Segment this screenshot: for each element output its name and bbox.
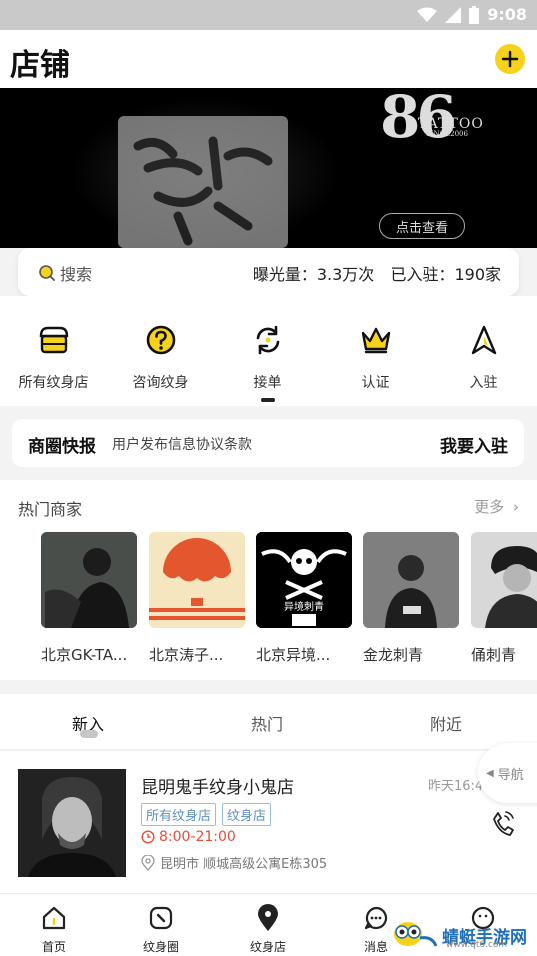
category-label: 所有纹身店	[18, 375, 89, 391]
shop-list-item[interactable]: 昆明鬼手纹身小鬼店 昨天16:47入驻 所有纹身店 纹身店 8:00-21:00…	[0, 751, 537, 893]
section-title: 热门商家	[18, 500, 83, 519]
active-indicator	[260, 398, 275, 402]
chat-icon	[364, 906, 388, 930]
news-text[interactable]: 用户发布信息协议条款	[112, 434, 252, 454]
feed-tabs: 新入 热门 附近	[0, 694, 537, 750]
app-header: 店铺	[0, 30, 537, 88]
merchant-card[interactable]: 金龙刺青	[363, 532, 459, 665]
exposure-count: 曝光量：3.3万次	[252, 265, 375, 284]
compass-icon	[149, 906, 173, 930]
shop-name: 昆明鬼手纹身小鬼店	[141, 778, 294, 798]
location-pin-icon	[258, 904, 278, 931]
chevron-left-icon: ◀	[486, 767, 494, 779]
merchant-name: 北京GK-TA...	[41, 646, 128, 664]
category-consult[interactable]: 咨询纹身	[107, 320, 214, 392]
hot-merchants-section: 热门商家 更多 › 北京GK-TA... 北京涛子... 异境刺青 北京异境..…	[0, 480, 537, 680]
tab-nearby[interactable]: 附近	[430, 711, 462, 735]
merchant-photo	[363, 532, 459, 628]
search-card: 搜索 曝光量：3.3万次 已入驻：190家	[18, 248, 519, 296]
view-details-button[interactable]: 点击查看	[379, 213, 465, 239]
shop-tags: 所有纹身店 纹身店	[141, 803, 272, 826]
merchant-name: 北京涛子...	[149, 646, 224, 664]
merchant-card[interactable]: 异境刺青 北京异境...	[256, 532, 352, 665]
search-icon	[39, 265, 55, 281]
merchant-card[interactable]: 北京涛子...	[149, 532, 245, 665]
category-label: 咨询纹身	[132, 375, 189, 391]
crown-icon	[361, 327, 390, 354]
tab-hot[interactable]: 热门	[251, 711, 283, 735]
clock: 9:08	[487, 5, 527, 24]
category-row: 所有纹身店 咨询纹身 接单 认证 入驻	[0, 296, 537, 406]
plus-icon	[501, 50, 519, 68]
category-certify[interactable]: 认证	[322, 320, 429, 392]
opening-hours: 8:00-21:00	[141, 829, 236, 845]
merchant-card[interactable]: 俑刺青	[471, 532, 537, 665]
category-orders[interactable]: 接单	[214, 320, 321, 402]
clock-icon	[141, 830, 155, 844]
tab-indicator	[80, 730, 98, 738]
shop-photo	[18, 769, 126, 877]
merchant-photo	[41, 532, 137, 628]
watermark: 蜻蜓手游网 www.qt6.com	[392, 918, 527, 952]
phone-icon	[493, 811, 514, 836]
joined-count: 已入驻：190家	[390, 265, 501, 284]
navigate-arrow-icon	[471, 325, 496, 355]
search-box[interactable]: 搜索	[38, 261, 92, 285]
merchant-photo: 异境刺青	[256, 532, 352, 628]
location-icon	[141, 854, 155, 871]
category-join[interactable]: 入驻	[430, 320, 537, 392]
category-label: 认证	[361, 375, 390, 391]
call-button[interactable]	[490, 809, 516, 841]
page-title: 店铺	[10, 48, 70, 83]
banner-sign-image	[118, 116, 288, 248]
merchant-name: 俑刺青	[471, 646, 517, 664]
category-all-shops[interactable]: 所有纹身店	[0, 320, 107, 392]
status-bar: 9:08	[0, 0, 537, 30]
tag: 纹身店	[222, 803, 272, 826]
shop-icon	[39, 326, 68, 354]
refresh-icon	[256, 325, 279, 355]
merchant-name: 北京异境...	[256, 646, 331, 664]
studio-label: 异境刺青	[284, 602, 324, 613]
tag: 所有纹身店	[141, 803, 217, 826]
merchant-name: 金龙刺青	[363, 646, 424, 664]
shop-stats: 曝光量：3.3万次 已入驻：190家	[253, 261, 501, 285]
more-link[interactable]: 更多 ›	[474, 496, 519, 517]
search-placeholder: 搜索	[60, 265, 93, 284]
signal-icon	[445, 6, 462, 23]
shop-address: 昆明市 顺城高级公寓E栋305	[141, 853, 327, 872]
nav-tattoo-circle[interactable]: 纹身圈	[131, 904, 191, 955]
merchant-photo	[149, 532, 245, 628]
business-news-bar[interactable]: 商圈快报 用户发布信息协议条款 我要入驻	[12, 419, 524, 467]
add-button[interactable]	[495, 44, 525, 74]
join-link[interactable]: 我要入驻	[440, 432, 508, 457]
nav-home[interactable]: 首页	[24, 904, 84, 955]
nav-tattoo-shop[interactable]: 纹身店	[238, 904, 298, 955]
dragonfly-logo-icon	[392, 918, 438, 952]
news-title: 商圈快报	[28, 437, 96, 457]
merchant-photo	[471, 532, 537, 628]
battery-icon	[469, 5, 480, 24]
question-icon	[146, 325, 175, 355]
category-label: 入驻	[469, 375, 498, 391]
merchant-card[interactable]: 北京GK-TA...	[41, 532, 137, 665]
wifi-icon	[417, 7, 438, 22]
chevron-right-icon: ›	[513, 498, 519, 516]
navigation-float-button[interactable]: ◀ 导航	[478, 743, 537, 803]
category-label: 接单	[253, 375, 282, 391]
home-icon	[42, 906, 66, 930]
